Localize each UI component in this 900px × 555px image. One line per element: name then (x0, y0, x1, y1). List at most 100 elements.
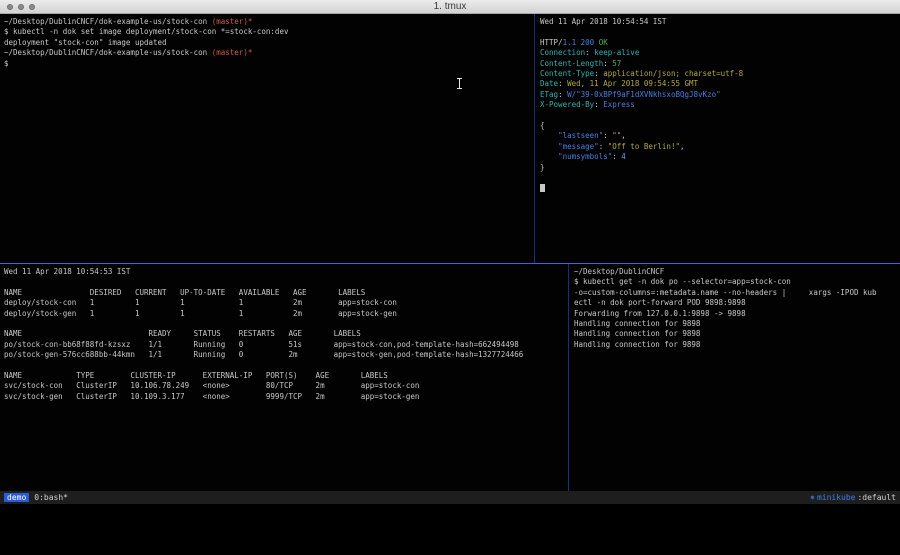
terminal-text-segment: HTTP/ (540, 38, 563, 47)
terminal-text-segment: : (558, 90, 567, 99)
terminal-text-segment: Express (603, 100, 635, 109)
terminal-text-segment: 1.1 (563, 38, 577, 47)
terminal-line: Date: Wed, 11 Apr 2018 09:54:55 GMT (540, 79, 896, 89)
window-indicator[interactable]: 0:bash* (34, 493, 68, 502)
terminal-text-segment: : (594, 69, 603, 78)
terminal-text-segment: Wed, 11 Apr 2018 09:54:55 GMT (567, 79, 698, 88)
terminal-line (540, 173, 896, 183)
terminal-line: $ kubectl get -n dok po --selector=app=s… (574, 277, 896, 287)
kube-namespace: :default (857, 491, 896, 504)
terminal-line: HTTP/1.1 200 OK (540, 38, 896, 48)
terminal-text-segment: , (680, 142, 685, 151)
pane-divider-horizontal[interactable] (0, 263, 900, 264)
terminal-line: Content-Length: 57 (540, 59, 896, 69)
terminal-line: Handling connection for 9898 (574, 329, 896, 339)
terminal-text-segment: : (585, 48, 594, 57)
terminal-line: "message": "Off to Berlin!", (540, 142, 896, 152)
kube-context: ⎈ minikube :default (810, 491, 896, 504)
terminal-text-segment: "Off to Berlin!" (608, 142, 680, 151)
terminal-line: NAME TYPE CLUSTER-IP EXTERNAL-IP PORT(S)… (4, 371, 564, 381)
terminal-text-segment (540, 142, 558, 151)
screen: 1. tmux ~/Desktop/DublinCNCF/dok-example… (0, 0, 900, 555)
terminal-line (540, 111, 896, 121)
terminal-line: ~/Desktop/DublinCNCF/dok-example-us/stoc… (4, 48, 532, 58)
terminal-line: "numsymbols": 4 (540, 152, 896, 162)
terminal-line: ectl -n dok port-forward POD 9898:9898 (574, 298, 896, 308)
terminal-line: Handling connection for 9898 (574, 340, 896, 350)
terminal-text-segment: * (248, 17, 253, 26)
terminal-line: po/stock-gen-576cc688bb-44kmn 1/1 Runnin… (4, 350, 564, 360)
terminal-text-segment: "" (612, 131, 621, 140)
terminal-line: } (540, 163, 896, 173)
terminal-line: Forwarding from 127.0.0.1:9898 -> 9898 (574, 309, 896, 319)
pane-divider-vertical-top[interactable] (534, 14, 535, 263)
window-titlebar[interactable]: 1. tmux (0, 0, 900, 14)
terminal-text-segment: : (558, 79, 567, 88)
terminal-area: ~/Desktop/DublinCNCF/dok-example-us/stoc… (0, 14, 900, 491)
terminal-line: { (540, 121, 896, 131)
terminal-text-segment: ETag (540, 90, 558, 99)
pane-port-forward[interactable]: ~/Desktop/DublinCNCF$ kubectl get -n dok… (574, 267, 896, 489)
terminal-text-segment: Connection (540, 48, 585, 57)
kube-context-name: minikube (817, 491, 856, 504)
terminal-line (540, 27, 896, 37)
terminal-line (4, 277, 564, 287)
terminal-text-segment: : (594, 100, 603, 109)
terminal-text-segment: X-Powered-By (540, 100, 594, 109)
terminal-text-segment: , (621, 131, 626, 140)
session-name-badge[interactable]: demo (4, 493, 29, 502)
terminal-text-segment: : (612, 152, 621, 161)
terminal-line: -o=custom-columns=:metadata.name --no-he… (574, 288, 896, 298)
terminal-line: ~/Desktop/DublinCNCF/dok-example-us/stoc… (4, 17, 532, 27)
terminal-line: Wed 11 Apr 2018 10:54:53 IST (4, 267, 564, 277)
terminal-text-segment: "message" (558, 142, 599, 151)
block-cursor (540, 184, 545, 192)
terminal-line: NAME READY STATUS RESTARTS AGE LABELS (4, 329, 564, 339)
terminal-line: ETag: W/"39-0xBPf9aF1dXVNkhsxoBQgJ8vKzo" (540, 90, 896, 100)
terminal-line: ~/Desktop/DublinCNCF (574, 267, 896, 277)
terminal-text-segment: "numsymbols" (558, 152, 612, 161)
mouse-cursor-ibeam (456, 78, 463, 89)
kubernetes-icon: ⎈ (810, 491, 815, 504)
terminal-text-segment: : (599, 142, 608, 151)
tmux-status-bar: demo 0:bash* ⎈ minikube :default (0, 491, 900, 504)
terminal-line: Handling connection for 9898 (574, 319, 896, 329)
terminal-text-segment: 4 (621, 152, 626, 161)
pane-shell-kubectl-set-image[interactable]: ~/Desktop/DublinCNCF/dok-example-us/stoc… (4, 17, 532, 261)
terminal-text-segment: application/json; charset=utf-8 (603, 69, 743, 78)
terminal-text-segment: : (603, 59, 612, 68)
terminal-line: $ (4, 59, 532, 69)
terminal-text-segment: : (603, 131, 612, 140)
terminal-line (4, 361, 564, 371)
terminal-text-segment: keep-alive (594, 48, 639, 57)
terminal-line: "lastseen": "", (540, 131, 896, 141)
terminal-line: Connection: keep-alive (540, 48, 896, 58)
terminal-line: $ kubectl -n dok set image deployment/st… (4, 27, 532, 37)
terminal-text-segment: ~/Desktop/DublinCNCF/dok-example-us/stoc… (4, 17, 212, 26)
status-left: demo 0:bash* (4, 491, 68, 504)
pane-kubectl-resources[interactable]: Wed 11 Apr 2018 10:54:53 IST NAME DESIRE… (4, 267, 564, 489)
pane-divider-vertical-bottom[interactable] (568, 264, 569, 491)
terminal-text-segment: (master) (212, 17, 248, 26)
terminal-line: svc/stock-con ClusterIP 10.106.78.249 <n… (4, 381, 564, 391)
terminal-text-segment: Content-Type (540, 69, 594, 78)
terminal-text-segment: 200 (581, 38, 595, 47)
terminal-line: po/stock-con-bb68f88fd-kzsxz 1/1 Running… (4, 340, 564, 350)
terminal-text-segment (540, 131, 558, 140)
pane-http-response[interactable]: Wed 11 Apr 2018 10:54:54 IST HTTP/1.1 20… (540, 17, 896, 261)
terminal-text-segment: ~/Desktop/DublinCNCF/dok-example-us/stoc… (4, 48, 212, 57)
terminal-text-segment: "lastseen" (558, 131, 603, 140)
terminal-line: deploy/stock-gen 1 1 1 1 2m app=stock-ge… (4, 309, 564, 319)
terminal-text-segment: OK (599, 38, 608, 47)
terminal-line: X-Powered-By: Express (540, 100, 896, 110)
terminal-line (4, 319, 564, 329)
terminal-line: deployment "stock-con" image updated (4, 38, 532, 48)
terminal-line: NAME DESIRED CURRENT UP-TO-DATE AVAILABL… (4, 288, 564, 298)
terminal-line: Content-Type: application/json; charset=… (540, 69, 896, 79)
terminal-text-segment: (master) (212, 48, 248, 57)
terminal-line: deploy/stock-con 1 1 1 1 2m app=stock-co… (4, 298, 564, 308)
window-title: 1. tmux (0, 1, 900, 12)
terminal-line: Wed 11 Apr 2018 10:54:54 IST (540, 17, 896, 27)
terminal-text-segment (540, 152, 558, 161)
terminal-text-segment: * (248, 48, 253, 57)
